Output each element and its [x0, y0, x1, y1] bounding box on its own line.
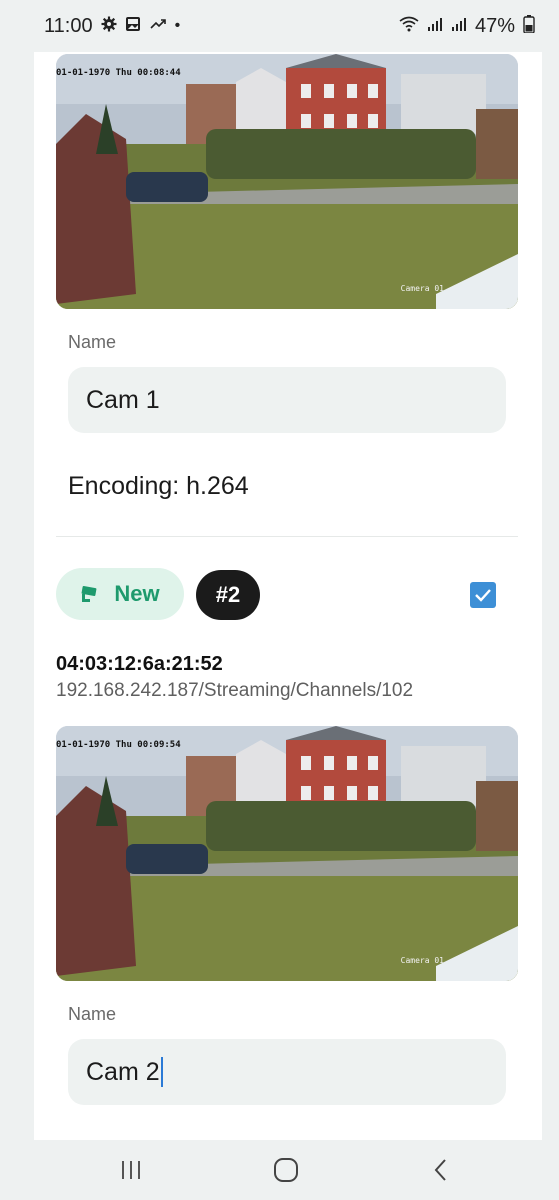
- camera-name-input[interactable]: Cam 1: [68, 367, 506, 433]
- camera-name-input[interactable]: Cam 2: [68, 1039, 506, 1105]
- back-button[interactable]: [421, 1154, 461, 1186]
- status-right: 47%: [399, 14, 535, 38]
- encoding-text: Encoding: h.264: [68, 472, 249, 500]
- home-icon: [274, 1158, 298, 1182]
- name-label: Name: [68, 332, 117, 352]
- battery-percent: 47%: [474, 14, 515, 37]
- camera-stream-url: 192.168.242.187/Streaming/Channels/102: [56, 680, 414, 701]
- system-nav-bar: [0, 1140, 559, 1200]
- camera-preview-2[interactable]: 01-01-1970 Thu 00:09:54 Camera 01: [56, 726, 518, 981]
- image-icon: [125, 16, 141, 37]
- camera-select-checkbox[interactable]: [470, 582, 496, 608]
- status-bar: 11:00 • 47%: [0, 0, 559, 52]
- missed-call-icon: [149, 16, 167, 37]
- gear-icon: [101, 16, 117, 37]
- security-camera-icon: [81, 586, 97, 602]
- new-status-chip: New: [56, 568, 184, 620]
- camera-preview-1[interactable]: 01-01-1970 Thu 00:08:44 Camera 01: [56, 54, 518, 309]
- recents-button[interactable]: [111, 1154, 151, 1186]
- battery-icon: [523, 14, 535, 38]
- preview-timestamp: 01-01-1970 Thu 00:08:44: [56, 68, 181, 78]
- preview-camera-label: Camera 01: [400, 284, 444, 293]
- camera-mac-address: 04:03:12:6a:21:52: [56, 653, 223, 675]
- camera-name-value: Cam 1: [86, 385, 160, 414]
- divider: [56, 536, 518, 537]
- notification-dot-icon: •: [174, 17, 181, 34]
- camera-index-badge: #2: [196, 570, 260, 620]
- preview-camera-label: Camera 01: [400, 956, 444, 965]
- camera-list[interactable]: 01-01-1970 Thu 00:08:44 Camera 01 Name C…: [34, 52, 542, 1140]
- text-cursor: [160, 1057, 163, 1087]
- recents-icon: [122, 1161, 140, 1179]
- wifi-icon: [399, 16, 419, 37]
- checkmark-icon: [475, 589, 491, 602]
- status-left: 11:00 •: [44, 15, 180, 38]
- signal-icon: [427, 16, 443, 37]
- new-chip-label: New: [114, 581, 160, 606]
- camera-name-value: Cam 2: [86, 1057, 160, 1086]
- preview-timestamp: 01-01-1970 Thu 00:09:54: [56, 740, 181, 750]
- name-label: Name: [68, 1004, 117, 1024]
- signal-icon: [451, 16, 467, 37]
- camera-snapshot-image: [56, 54, 518, 309]
- home-button[interactable]: [266, 1154, 306, 1186]
- camera-snapshot-image: [56, 726, 518, 981]
- status-time: 11:00: [44, 14, 93, 37]
- back-icon: [434, 1159, 446, 1181]
